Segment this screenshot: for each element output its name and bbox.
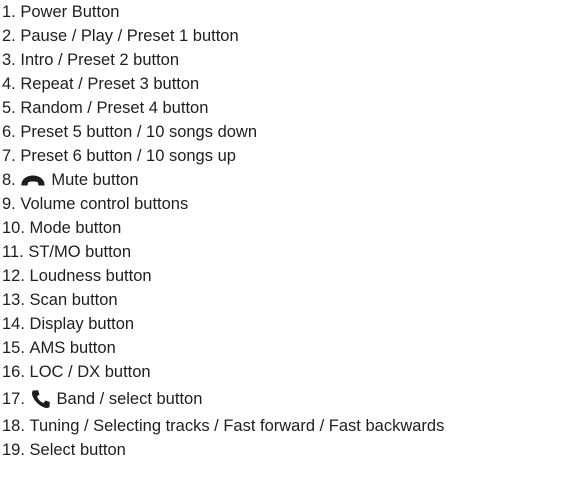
item-number: 1. (2, 3, 16, 21)
legend-item: 2. Pause / Play / Preset 1 button (2, 24, 574, 48)
item-number: 14. (2, 315, 25, 333)
item-label: Scan button (29, 291, 118, 309)
legend-item: 15. AMS button (2, 336, 574, 360)
legend-item: 11. ST/MO button (2, 240, 574, 264)
item-label: Intro / Preset 2 button (20, 51, 180, 69)
item-label: Select button (29, 441, 126, 459)
legend-item: 1. Power Button (2, 0, 574, 24)
item-number: 9. (2, 195, 16, 213)
item-label: Repeat / Preset 3 button (20, 75, 200, 93)
legend-item: 16. LOC / DX button (2, 360, 574, 384)
item-number: 4. (2, 75, 16, 93)
item-label: Pause / Play / Preset 1 button (20, 27, 239, 45)
item-number: 19. (2, 441, 25, 459)
item-number: 6. (2, 123, 16, 141)
button-legend-list: 1. Power Button 2. Pause / Play / Preset… (2, 0, 574, 462)
item-label: Loudness button (29, 267, 152, 285)
item-label: Band / select button (56, 390, 203, 408)
item-label: Power Button (20, 3, 120, 21)
item-label: LOC / DX button (29, 363, 151, 381)
legend-item: 19. Select button (2, 438, 574, 462)
legend-item: 8. Mute button (2, 168, 574, 192)
item-label: Preset 6 button / 10 songs up (20, 147, 236, 165)
legend-item: 5. Random / Preset 4 button (2, 96, 574, 120)
item-number: 7. (2, 147, 16, 165)
item-number: 2. (2, 27, 16, 45)
item-label: Mode button (29, 219, 122, 237)
item-label: Display button (29, 315, 135, 333)
item-number: 17. (2, 390, 25, 408)
item-label: Random / Preset 4 button (20, 99, 209, 117)
item-number: 3. (2, 51, 16, 69)
item-number: 18. (2, 417, 25, 435)
item-number: 8. (2, 171, 16, 189)
item-number: 13. (2, 291, 25, 309)
legend-item: 3. Intro / Preset 2 button (2, 48, 574, 72)
legend-item: 13. Scan button (2, 288, 574, 312)
legend-item: 17. Band / select button (2, 384, 574, 414)
item-label: Tuning / Selecting tracks / Fast forward… (29, 417, 445, 435)
legend-item: 10. Mode button (2, 216, 574, 240)
legend-item: 12. Loudness button (2, 264, 574, 288)
legend-item: 7. Preset 6 button / 10 songs up (2, 144, 574, 168)
legend-item: 9. Volume control buttons (2, 192, 574, 216)
item-number: 12. (2, 267, 25, 285)
legend-item: 4. Repeat / Preset 3 button (2, 72, 574, 96)
hang-up-phone-icon (20, 174, 46, 187)
phone-call-icon (30, 388, 52, 410)
legend-item: 14. Display button (2, 312, 574, 336)
item-label: ST/MO button (28, 243, 132, 261)
item-number: 15. (2, 339, 25, 357)
item-label: Mute button (51, 171, 139, 189)
item-number: 10. (2, 219, 25, 237)
item-number: 16. (2, 363, 25, 381)
item-label: Preset 5 button / 10 songs down (20, 123, 258, 141)
legend-item: 6. Preset 5 button / 10 songs down (2, 120, 574, 144)
item-label: AMS button (29, 339, 116, 357)
item-number: 11. (2, 243, 24, 261)
item-number: 5. (2, 99, 16, 117)
legend-item: 18. Tuning / Selecting tracks / Fast for… (2, 414, 574, 438)
item-label: Volume control buttons (20, 195, 189, 213)
